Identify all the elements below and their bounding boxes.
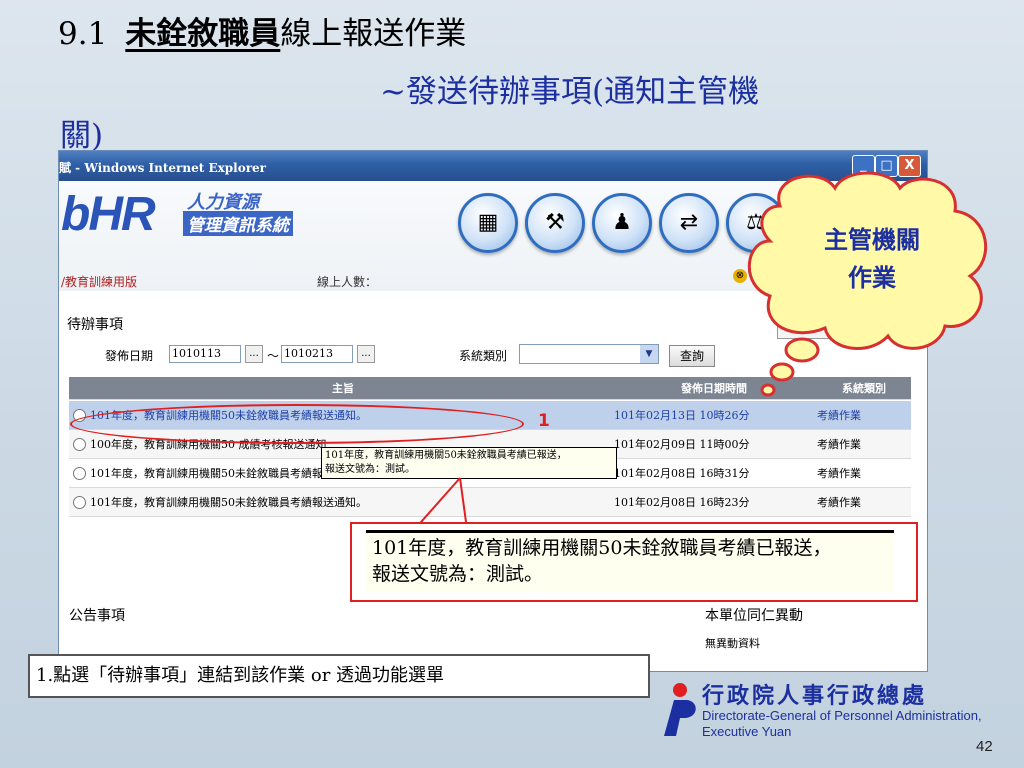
zoomed-tooltip: 101年度，教育訓練用機關50未銓敘職員考績已報送， 報送文號為：測試。 [366, 530, 894, 592]
org-name-english-2: Executive Yuan [702, 724, 792, 739]
instruction-box: 1.點選「待辦事項」連結到該作業 or 透過功能選單 [28, 654, 650, 698]
zoom-line-2: 報送文號為：測試。 [372, 563, 544, 585]
org-name-chinese: 行政院人事行政總處 [702, 683, 928, 709]
org-name-english-1: Directorate-General of Personnel Adminis… [702, 708, 982, 723]
thought-cloud: 主管機關 作業 [747, 171, 987, 397]
zoomed-tooltip-box: 101年度，教育訓練用機關50未銓敘職員考績已報送， 報送文號為：測試。 [350, 522, 918, 602]
dgpa-logo [664, 683, 696, 736]
cloud-line-2: 作業 [848, 263, 896, 292]
zoom-line-1: 101年度，教育訓練用機關50未銓敘職員考績已報送， [372, 537, 832, 559]
page-number: 42 [976, 738, 993, 755]
cloud-line-1: 主管機關 [824, 225, 920, 254]
